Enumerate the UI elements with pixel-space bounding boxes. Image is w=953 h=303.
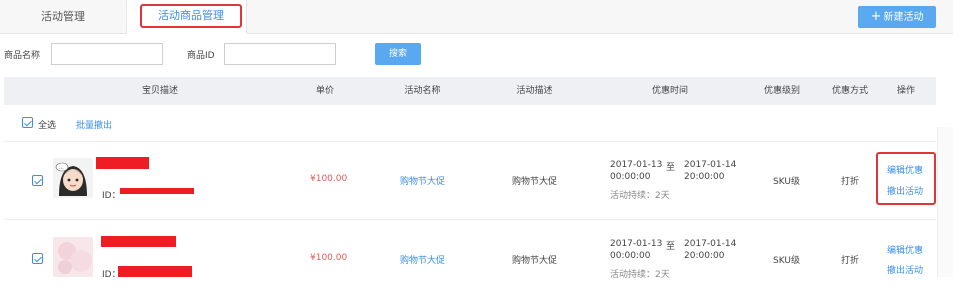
batch-withdraw-link[interactable]: 批量撤出 <box>76 118 112 131</box>
row-1-edit-discount-link[interactable]: 编辑优惠 <box>887 163 923 176</box>
select-all-row <box>4 105 936 142</box>
row-2-product-thumbnail <box>53 237 93 277</box>
new-activity-button[interactable]: + 新建活动 <box>858 6 936 28</box>
right-scroll-edge[interactable] <box>937 127 953 277</box>
product-name-label: 商品名称 <box>4 51 41 61</box>
select-all-checkbox[interactable] <box>22 117 33 128</box>
header-actions: 操作 <box>896 86 915 96</box>
row-1-id-redacted <box>120 188 194 194</box>
product-id-input[interactable] <box>224 43 336 65</box>
product-name-input[interactable] <box>51 43 163 65</box>
row-2-end-time: 20:00:00 <box>684 251 725 261</box>
row-1-start-date: 2017-01-13 <box>610 160 663 170</box>
row-1-price: ¥100.00 <box>310 174 348 184</box>
row-2-level: SKU级 <box>773 256 800 266</box>
row-2-end-date: 2017-01-14 <box>684 239 737 249</box>
row-2-price: ¥100.00 <box>310 253 348 263</box>
row-2-title-redacted <box>101 236 176 247</box>
tab-activity-goods-label[interactable]: 活动商品管理 <box>142 6 240 26</box>
row-2-start-time: 00:00:00 <box>610 251 651 261</box>
plus-icon: + <box>870 9 882 24</box>
row-2-edit-discount-link[interactable]: 编辑优惠 <box>887 243 923 256</box>
row-1-actions-highlight <box>876 152 936 205</box>
header-discount-method: 优惠方式 <box>831 86 868 96</box>
row-1-end-date: 2017-01-14 <box>684 160 737 170</box>
row-2-to: 至 <box>666 242 676 252</box>
tab-highlight-box: 活动商品管理 <box>140 4 242 28</box>
row-1-product-thumbnail: ... <box>53 158 93 198</box>
row-2-withdraw-link[interactable]: 撤出活动 <box>887 263 923 276</box>
search-button[interactable]: 搜索 <box>375 43 421 65</box>
row-1-level: SKU级 <box>773 177 800 187</box>
row-1-id-label: ID： <box>102 191 121 201</box>
header-price: 单价 <box>315 86 334 96</box>
row-1-activity-name-link[interactable]: 购物节大促 <box>400 174 445 187</box>
row-2-checkbox[interactable] <box>32 253 43 264</box>
row-1-to: 至 <box>666 163 676 173</box>
row-1-checkbox[interactable] <box>32 175 43 186</box>
header-discount-level: 优惠级别 <box>763 86 800 96</box>
row-1-duration: 活动持续：2天 <box>610 191 670 201</box>
row-2-duration: 活动持续：2天 <box>610 270 670 280</box>
product-id-label: 商品ID <box>187 51 215 61</box>
header-item-desc: 宝贝描述 <box>141 86 178 96</box>
row-2-activity-desc: 购物节大促 <box>512 256 558 266</box>
svg-text:...: ... <box>59 165 64 171</box>
row-2-start-date: 2017-01-13 <box>610 239 663 249</box>
new-activity-label: 新建活动 <box>883 12 924 23</box>
tab-activity-management[interactable]: 活动管理 <box>0 0 127 33</box>
select-all-label[interactable]: 全选 <box>38 118 56 131</box>
row-1-withdraw-link[interactable]: 撤出活动 <box>887 184 923 197</box>
row-2-activity-name-link[interactable]: 购物节大促 <box>400 253 445 266</box>
row-1-activity-desc: 购物节大促 <box>512 177 558 187</box>
row-1-title-redacted <box>96 157 149 169</box>
row-2-id-redacted <box>118 266 192 277</box>
header-activity-desc: 活动描述 <box>516 86 553 96</box>
row-1-method: 打折 <box>841 177 860 187</box>
row-1-end-time: 20:00:00 <box>684 172 725 182</box>
row-divider <box>4 219 936 220</box>
header-discount-time: 优惠时间 <box>651 86 688 96</box>
header-activity-name: 活动名称 <box>404 86 441 96</box>
row-2-method: 打折 <box>841 256 860 266</box>
row-1-start-time: 00:00:00 <box>610 172 651 182</box>
